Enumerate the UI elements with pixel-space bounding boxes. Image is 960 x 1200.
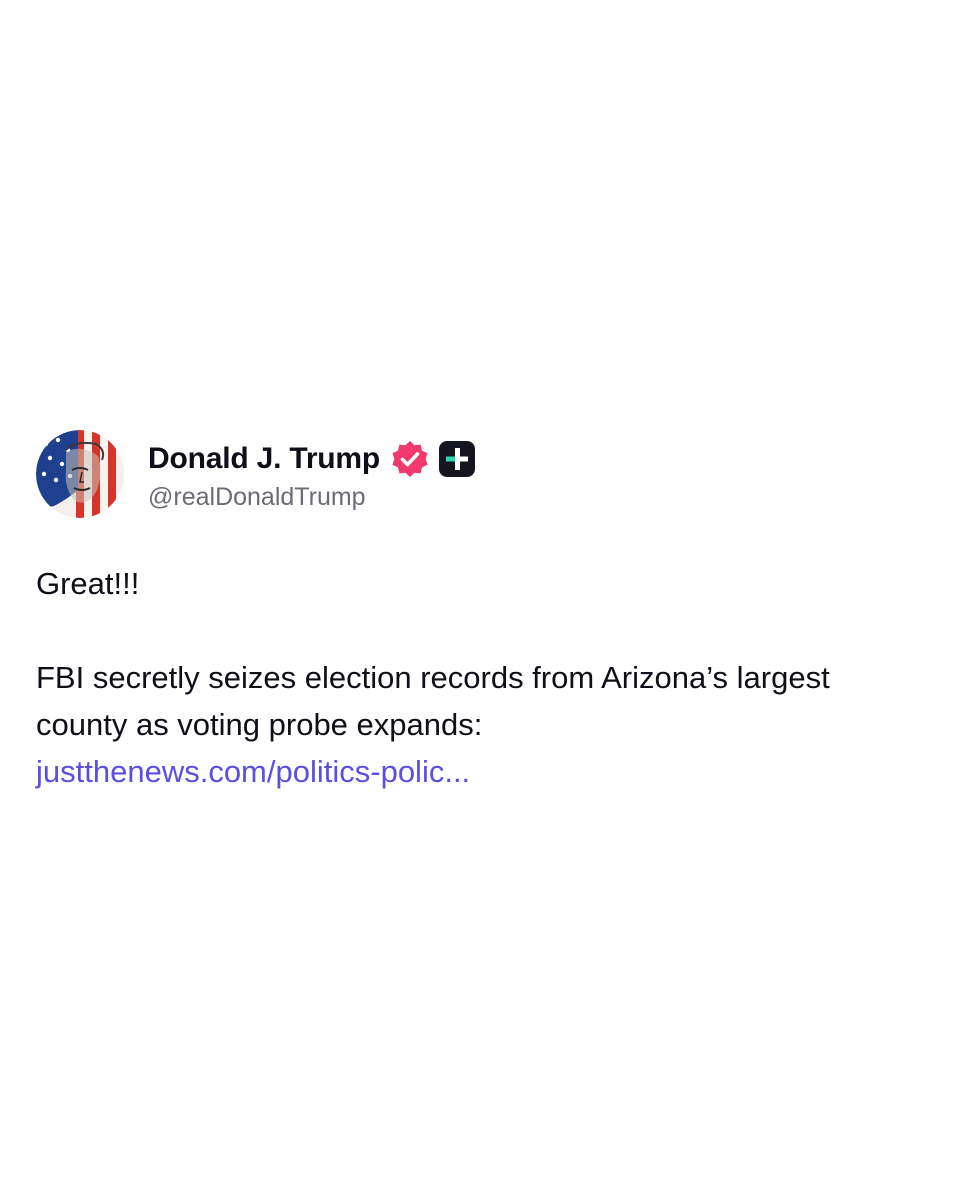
avatar[interactable]: [36, 430, 124, 518]
name-row: Donald J. Trump: [148, 437, 476, 481]
author-identity: Donald J. Trump @realDonaldTrump: [148, 437, 476, 512]
verified-badge-icon: [390, 439, 430, 479]
avatar-image: [36, 430, 124, 518]
post-text-paragraph: FBI secretly seizes election records fro…: [36, 660, 830, 742]
post-body: Great!!! FBI secretly seizes election re…: [36, 560, 926, 795]
post-header: Donald J. Trump @realDonaldTrump: [36, 428, 926, 520]
display-name[interactable]: Donald J. Trump: [148, 442, 380, 476]
post-card: Donald J. Trump @realDonaldTrump Great!!…: [36, 428, 926, 795]
post-link[interactable]: justthenews.com/politics-polic...: [36, 748, 470, 795]
plus-badge-icon: [438, 440, 476, 478]
author-handle[interactable]: @realDonaldTrump: [148, 483, 476, 512]
post-text-line: Great!!!: [36, 566, 140, 601]
